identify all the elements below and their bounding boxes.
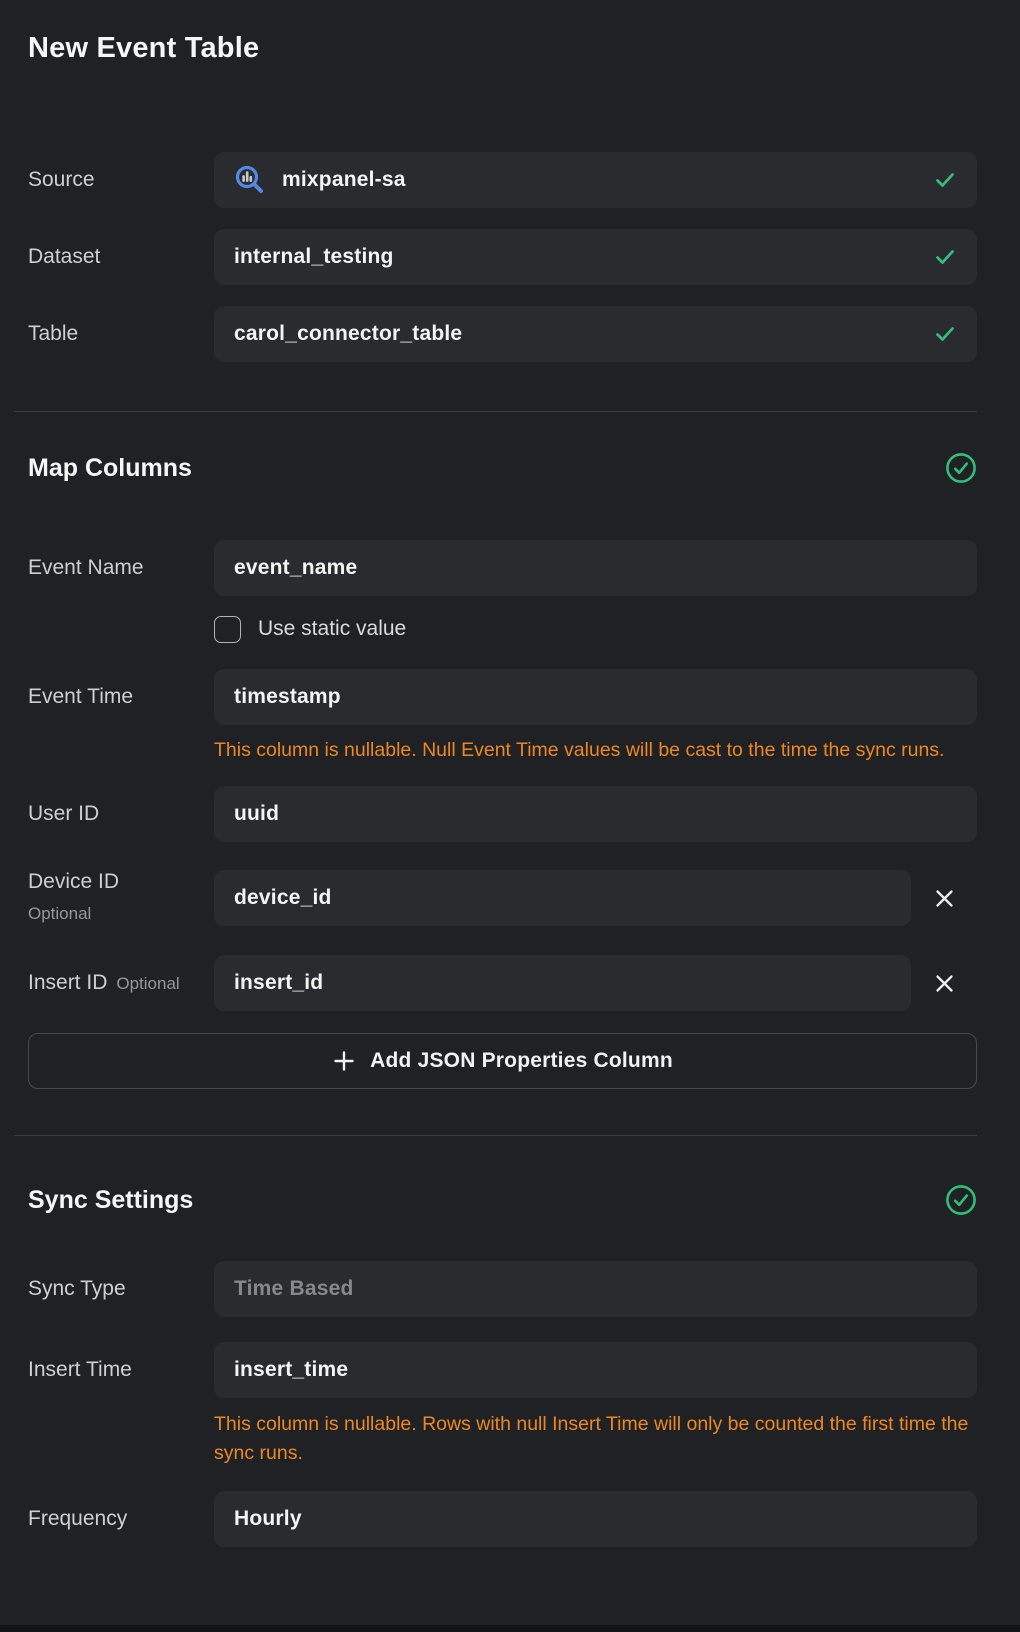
sync-settings-heading: Sync Settings: [28, 1184, 193, 1216]
use-static-value-label: Use static value: [258, 617, 406, 641]
map-columns-heading: Map Columns: [28, 452, 192, 484]
insert-id-label-text: Insert ID: [28, 970, 107, 996]
table-value: carol_connector_table: [234, 322, 462, 346]
insert-id-row: Insert ID Optional insert_id: [28, 955, 977, 1011]
user-id-value: uuid: [234, 802, 279, 826]
check-icon: [933, 168, 957, 192]
source-value: mixpanel-sa: [282, 168, 406, 192]
insert-time-value: insert_time: [234, 1358, 348, 1382]
frequency-field[interactable]: Hourly: [214, 1491, 977, 1547]
source-section: Source mixpanel-sa: [28, 152, 977, 362]
insert-time-warning: This column is nullable. Rows with null …: [214, 1410, 977, 1468]
device-id-value: device_id: [234, 886, 332, 910]
circle-check-icon: [945, 452, 977, 484]
device-id-label-text: Device ID: [28, 869, 214, 895]
insert-time-label: Insert Time: [28, 1357, 214, 1383]
source-label: Source: [28, 167, 214, 193]
check-icon: [933, 245, 957, 269]
remove-device-id-button[interactable]: [928, 882, 961, 915]
insert-time-field[interactable]: insert_time: [214, 1342, 977, 1398]
add-json-properties-button[interactable]: Add JSON Properties Column: [28, 1033, 977, 1089]
event-time-value: timestamp: [234, 685, 341, 709]
sync-settings-header: Sync Settings: [28, 1184, 977, 1216]
add-json-properties-label: Add JSON Properties Column: [370, 1049, 673, 1073]
insert-id-value: insert_id: [234, 971, 323, 995]
map-columns-header: Map Columns: [28, 452, 977, 484]
device-id-field[interactable]: device_id: [214, 870, 911, 926]
event-name-row: Event Name event_name: [28, 540, 977, 596]
event-name-label: Event Name: [28, 555, 214, 581]
table-label: Table: [28, 321, 214, 347]
sync-type-field: Time Based: [214, 1261, 977, 1317]
circle-check-icon: [945, 1184, 977, 1216]
dataset-field[interactable]: internal_testing: [214, 229, 977, 285]
new-event-table-panel: New Event Table Source mixpanel: [0, 0, 1020, 1632]
event-time-warning: This column is nullable. Null Event Time…: [214, 736, 977, 765]
magnifier-bar-chart-icon: [234, 164, 266, 196]
event-time-row: Event Time timestamp: [28, 669, 977, 725]
insert-id-remove-wrap: [911, 967, 977, 1000]
table-row: Table carol_connector_table: [28, 306, 977, 362]
user-id-row: User ID uuid: [28, 786, 977, 842]
use-static-value-row: Use static value: [214, 615, 977, 643]
event-time-label: Event Time: [28, 684, 214, 710]
insert-time-row: Insert Time insert_time: [28, 1342, 977, 1398]
section-divider: [14, 1135, 977, 1136]
check-icon: [933, 322, 957, 346]
dataset-row: Dataset internal_testing: [28, 229, 977, 285]
user-id-label: User ID: [28, 801, 214, 827]
sync-type-value: Time Based: [234, 1277, 354, 1301]
event-time-field[interactable]: timestamp: [214, 669, 977, 725]
sync-type-row: Sync Type Time Based: [28, 1261, 977, 1317]
frequency-label: Frequency: [28, 1506, 214, 1532]
page-title: New Event Table: [28, 0, 977, 66]
frequency-value: Hourly: [234, 1507, 302, 1531]
dataset-value: internal_testing: [234, 245, 394, 269]
x-icon: [934, 973, 955, 994]
user-id-field[interactable]: uuid: [214, 786, 977, 842]
sync-type-label: Sync Type: [28, 1276, 214, 1302]
event-name-field[interactable]: event_name: [214, 540, 977, 596]
section-divider: [14, 411, 977, 412]
use-static-value-checkbox[interactable]: [214, 616, 241, 643]
source-row: Source mixpanel-sa: [28, 152, 977, 208]
remove-insert-id-button[interactable]: [928, 967, 961, 1000]
device-id-row: Device ID Optional device_id: [28, 869, 977, 927]
x-icon: [934, 888, 955, 909]
source-field[interactable]: mixpanel-sa: [214, 152, 977, 208]
insert-id-optional-label: Optional: [116, 971, 179, 997]
event-name-value: event_name: [234, 556, 357, 580]
frequency-row: Frequency Hourly: [28, 1491, 977, 1547]
bottom-edge-bar: [0, 1625, 1020, 1632]
insert-id-label: Insert ID Optional: [28, 970, 214, 997]
table-field[interactable]: carol_connector_table: [214, 306, 977, 362]
device-id-optional-label: Optional: [28, 901, 214, 927]
device-id-label: Device ID Optional: [28, 869, 214, 927]
dataset-label: Dataset: [28, 244, 214, 270]
plus-icon: [332, 1049, 356, 1073]
insert-id-field[interactable]: insert_id: [214, 955, 911, 1011]
device-id-remove-wrap: [911, 882, 977, 915]
